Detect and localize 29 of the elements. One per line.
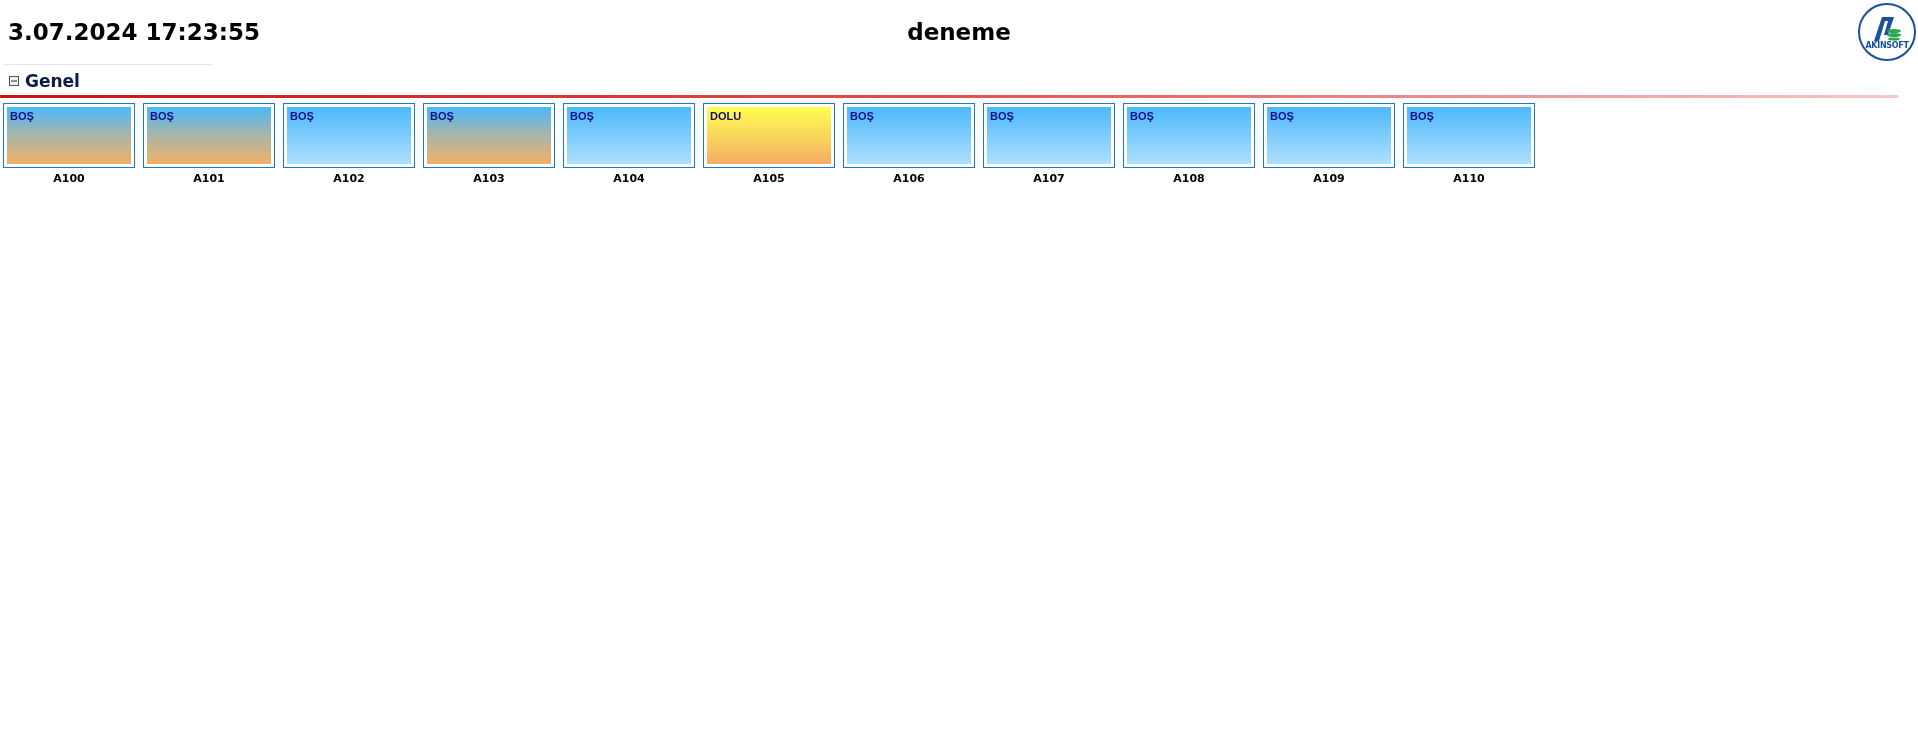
room-tile[interactable]: BOŞ [283,103,415,168]
date-time: 3.07.2024 17:23:55 [8,19,260,45]
room-name: A104 [613,172,645,185]
room-tile[interactable]: BOŞ [843,103,975,168]
logo-text: AKINSOFT [1865,41,1909,50]
room-tile[interactable]: BOŞ [3,103,135,168]
room-tile[interactable]: BOŞ [143,103,275,168]
section-title: Genel [25,71,80,91]
room-name: A105 [753,172,785,185]
collapse-toggle[interactable] [9,76,19,86]
room-tile[interactable]: BOŞ [423,103,555,168]
room-name: A101 [193,172,225,185]
minus-icon [11,78,17,84]
room-name: A107 [1033,172,1065,185]
room-tile[interactable]: BOŞ [563,103,695,168]
room-tile[interactable]: BOŞ [1403,103,1535,168]
room-name: A110 [1453,172,1485,185]
room-name: A100 [53,172,85,185]
room-name: A106 [893,172,925,185]
room-tile[interactable]: BOŞ [1263,103,1395,168]
room-name: A103 [473,172,505,185]
room-name: A102 [333,172,365,185]
logo-icon [1872,15,1902,41]
room-name: A109 [1313,172,1345,185]
room-tile[interactable]: DOLU [703,103,835,168]
room-name: A108 [1173,172,1205,185]
room-tile[interactable]: BOŞ [1123,103,1255,168]
room-tile[interactable]: BOŞ [983,103,1115,168]
page-title: deneme [907,19,1011,45]
